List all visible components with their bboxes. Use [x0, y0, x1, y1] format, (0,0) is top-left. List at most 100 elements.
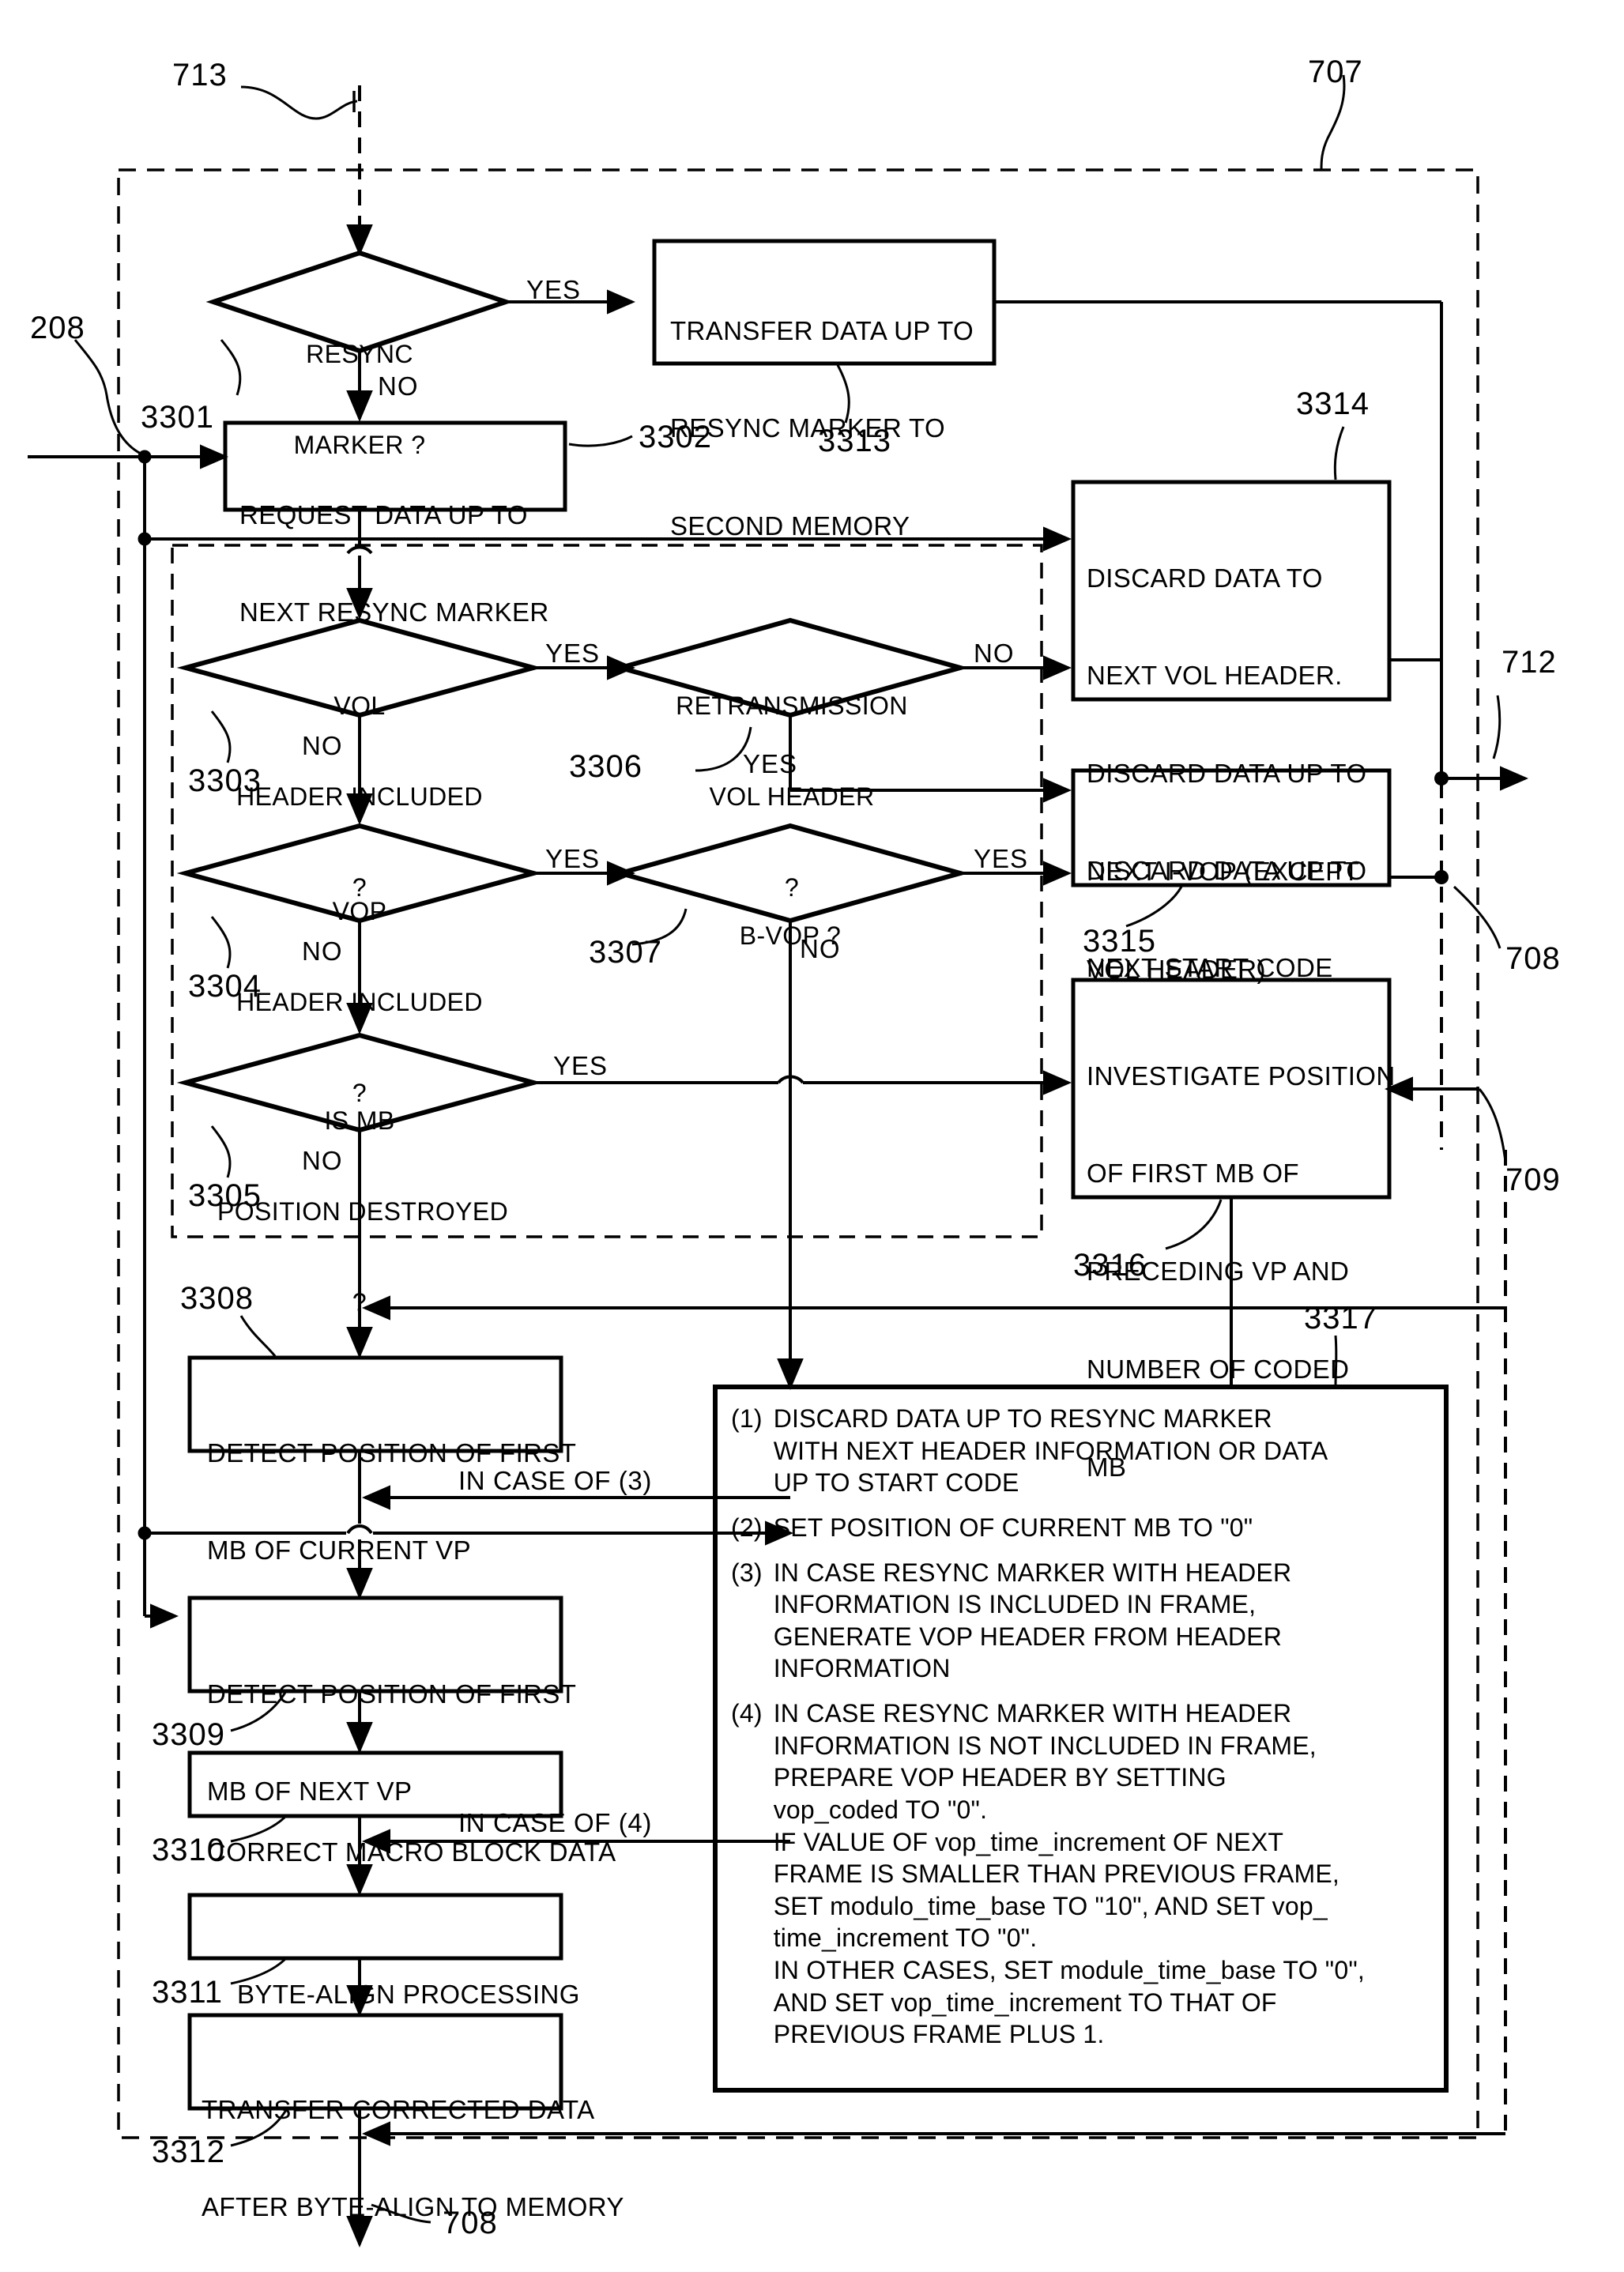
note-item-2-marker: (2) — [731, 1513, 763, 1542]
label-3301-yes: YES — [526, 275, 582, 304]
label-3304-yes: YES — [545, 844, 601, 873]
note-item-3: (3) IN CASE RESYNC MARKER WITH HEADER IN… — [731, 1557, 1434, 1686]
note-item-2-text: SET POSITION OF CURRENT MB TO "0" — [774, 1512, 1434, 1544]
ref-3313: 3313 — [818, 424, 891, 458]
note-box-3317-content: (1) DISCARD DATA UP TO RESYNC MARKER WIT… — [731, 1403, 1434, 2051]
diamond-3307-line1: B-VOP ? — [739, 921, 842, 950]
label-3305-no: NO — [302, 1146, 343, 1175]
note-item-4-line9: IN OTHER CASES, SET module_time_base TO … — [773, 1956, 1365, 1984]
note-item-2: (2) SET POSITION OF CURRENT MB TO "0" — [731, 1512, 1434, 1544]
note-item-4-line8: time_increment TO "0". — [773, 1923, 1038, 1953]
box-3308-line2: MB OF CURRENT VP — [207, 1535, 471, 1566]
label-3306-no: NO — [974, 639, 1015, 668]
diamond-3304-line1: VOP — [332, 896, 387, 925]
ref-712: 712 — [1502, 645, 1557, 680]
note-item-4-line4: vop_coded TO "0". — [773, 1795, 988, 1824]
ref-3304: 3304 — [188, 969, 262, 1004]
leader-713 — [240, 85, 358, 120]
box-3310-line1: CORRECT MACRO BLOCK DATA — [207, 1837, 616, 1867]
note-item-4-line11: PREVIOUS FRAME PLUS 1. — [773, 2020, 1105, 2049]
ref-208: 208 — [30, 311, 85, 345]
diamond-3307-label: B-VOP ? — [711, 860, 869, 1012]
box-3316-line1: INVESTIGATE POSITION — [1087, 1061, 1396, 1091]
note-item-4-line2: INFORMATION IS NOT INCLUDED IN FRAME, — [773, 1731, 1317, 1760]
diamond-3306-line2: VOL HEADER — [709, 782, 875, 811]
box-3312-line1: TRANSFER CORRECTED DATA — [202, 2094, 595, 2124]
note-item-4-line1: IN CASE RESYNC MARKER WITH HEADER — [773, 1699, 1292, 1728]
note-item-4-line7: SET modulo_time_base TO "10", AND SET vo… — [773, 1891, 1328, 1920]
box-3312-label: TRANSFER CORRECTED DATA AFTER BYTE-ALIGN… — [202, 2028, 624, 2272]
note-item-4-marker: (4) — [731, 1699, 763, 1728]
leader-709 — [1478, 1088, 1507, 1162]
ref-3315: 3315 — [1083, 924, 1156, 959]
diamond-3306-line1: RETRANSMISSION — [676, 691, 908, 720]
box-3315-line1: DISCARD DATA UP TO — [1087, 855, 1367, 885]
ref-3306: 3306 — [569, 749, 642, 784]
label-3304-no: NO — [302, 936, 343, 966]
note-item-4-line6: FRAME IS SMALLER THAN PREVIOUS FRAME, — [773, 1859, 1340, 1889]
label-3303-no: NO — [302, 731, 343, 760]
box-3316-line4: NUMBER OF CODED — [1087, 1354, 1350, 1384]
box-3314-line2: NEXT VOL HEADER. — [1087, 661, 1343, 691]
ref-3308: 3308 — [180, 1281, 254, 1316]
edge-label-in-case-3: IN CASE OF (3) — [458, 1466, 652, 1495]
label-3303-yes: YES — [545, 639, 601, 668]
leader-3301 — [220, 339, 242, 396]
note-item-1-text: DISCARD DATA UP TO RESYNC MARKER WITH NE… — [774, 1403, 1434, 1499]
ref-3307: 3307 — [589, 935, 662, 970]
ref-3311: 3311 — [152, 1975, 224, 2010]
edge-label-in-case-4: IN CASE OF (4) — [458, 1808, 652, 1837]
box-3302-line2: NEXT RESYNC MARKER — [239, 597, 549, 627]
box-3313-line1: TRANSFER DATA UP TO — [670, 315, 974, 345]
ref-3301: 3301 — [141, 400, 214, 435]
ref-3312: 3312 — [152, 2134, 225, 2169]
diamond-3305-line3: ? — [352, 1288, 367, 1317]
box-3314-line1: DISCARD DATA TO — [1087, 563, 1323, 593]
note-item-3-line2: INFORMATION IS INCLUDED IN FRAME, — [773, 1590, 1257, 1619]
ref-3316: 3316 — [1073, 1248, 1147, 1283]
note-item-4-text: IN CASE RESYNC MARKER WITH HEADER INFORM… — [774, 1697, 1434, 2051]
label-3305-yes: YES — [553, 1051, 609, 1080]
note-item-2-line1: SET POSITION OF CURRENT MB TO "0" — [773, 1513, 1253, 1542]
patent-figure-sheet: 713 707 208 712 708 709 708 RESYNC MARKE… — [0, 0, 1624, 2272]
ref-3314: 3314 — [1296, 386, 1370, 421]
diamond-3303-line1: VOL — [333, 691, 386, 720]
box-3311-line1: BYTE-ALIGN PROCESSING — [237, 1979, 580, 2009]
note-item-4: (4) IN CASE RESYNC MARKER WITH HEADER IN… — [731, 1697, 1434, 2051]
ref-3309: 3309 — [152, 1717, 225, 1752]
box-3308-label: DETECT POSITION OF FIRST MB OF CURRENT V… — [207, 1371, 577, 1632]
note-item-1: (1) DISCARD DATA UP TO RESYNC MARKER WIT… — [731, 1403, 1434, 1499]
label-3307-yes: YES — [974, 844, 1029, 873]
ref-3302: 3302 — [639, 420, 712, 454]
note-item-3-line4: INFORMATION — [773, 1654, 951, 1683]
box-3309-line1: DETECT POSITION OF FIRST — [207, 1679, 577, 1709]
box-3313-line3: SECOND MEMORY — [670, 511, 910, 541]
box-3314-line3: DISCARD DATA UP TO — [1087, 759, 1367, 788]
box-3310-label: CORRECT MACRO BLOCK DATA — [207, 1770, 616, 1933]
note-item-3-line3: GENERATE VOP HEADER FROM HEADER — [773, 1622, 1283, 1651]
note-item-1-line3: UP TO START CODE — [773, 1468, 1019, 1498]
note-item-4-line3: PREPARE VOP HEADER BY SETTING — [773, 1763, 1226, 1792]
leader-3314 — [1333, 426, 1345, 480]
label-3301-no: NO — [378, 371, 419, 401]
box-3308-line1: DETECT POSITION OF FIRST — [207, 1437, 577, 1468]
box-3312-line2: AFTER BYTE-ALIGN TO MEMORY — [202, 2192, 624, 2222]
note-item-3-text: IN CASE RESYNC MARKER WITH HEADER INFORM… — [774, 1557, 1434, 1686]
ref-3310: 3310 — [152, 1833, 225, 1867]
ref-709: 709 — [1505, 1162, 1561, 1197]
label-3306-yes: YES — [743, 749, 798, 778]
diamond-3305-line1: IS MB — [324, 1106, 395, 1135]
leader-208 — [73, 339, 141, 455]
ref-707: 707 — [1308, 55, 1363, 89]
note-item-1-line1: DISCARD DATA UP TO RESYNC MARKER — [773, 1404, 1272, 1433]
note-item-3-line1: IN CASE RESYNC MARKER WITH HEADER — [773, 1558, 1292, 1587]
ref-713: 713 — [172, 58, 228, 92]
ref-3303: 3303 — [188, 763, 262, 798]
ref-3317: 3317 — [1304, 1301, 1377, 1336]
note-item-3-marker: (3) — [731, 1558, 763, 1587]
label-3307-no: NO — [800, 934, 841, 963]
note-item-1-line2: WITH NEXT HEADER INFORMATION OR DATA — [773, 1436, 1328, 1465]
leader-3302 — [568, 435, 633, 447]
note-item-1-marker: (1) — [731, 1404, 763, 1433]
ref-3305: 3305 — [188, 1178, 262, 1213]
